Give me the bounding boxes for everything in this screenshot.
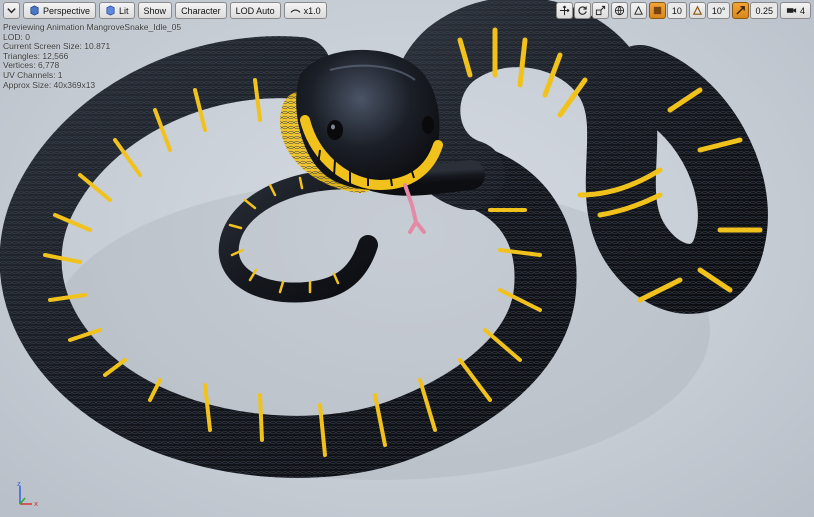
- grid-snap-icon: [653, 6, 661, 15]
- axis-z-label: z: [17, 480, 21, 488]
- axis-gizmo: z x: [17, 480, 38, 508]
- show-button[interactable]: Show: [137, 2, 173, 19]
- chevron-down-icon: [7, 8, 16, 14]
- perspective-cube-icon: [30, 5, 39, 16]
- stats-approx-size: Approx Size: 40x369x13: [3, 79, 96, 90]
- perspective-label: Perspective: [43, 5, 91, 16]
- world-local-button[interactable]: [610, 2, 628, 19]
- camera-speed-icon: [786, 8, 797, 13]
- character-button[interactable]: Character: [175, 2, 227, 19]
- surface-snap-icon: [633, 5, 643, 15]
- scale-snap-value[interactable]: 0.25: [750, 2, 778, 19]
- translate-button[interactable]: [555, 2, 573, 19]
- camera-speed-label: 4: [799, 5, 805, 16]
- lit-button[interactable]: Lit: [99, 2, 135, 19]
- lod-button[interactable]: LOD Auto: [229, 2, 281, 19]
- world-local-icon: [614, 5, 624, 16]
- translate-icon: [559, 5, 570, 16]
- playback-speed-icon: [290, 9, 301, 13]
- axis-x-label: x: [34, 500, 38, 508]
- playback-speed-label: x1.0: [303, 5, 321, 16]
- angle-snap-icon: [692, 5, 702, 15]
- viewport-toolbar-left: Perspective Lit Show Character LOD Auto …: [3, 2, 327, 19]
- animation-viewport[interactable]: Perspective Lit Show Character LOD Auto …: [0, 0, 814, 517]
- viewport-toolbar-right: 10 10° 0.25 4: [555, 2, 811, 19]
- grid-snap-value[interactable]: 10: [666, 2, 687, 19]
- scale-snap-icon: [736, 6, 746, 15]
- rotate-button[interactable]: [573, 2, 591, 19]
- rotate-icon: [578, 6, 587, 15]
- scale-button[interactable]: [591, 2, 609, 19]
- angle-snap-toggle[interactable]: [688, 2, 706, 19]
- angle-snap-value[interactable]: 10°: [706, 2, 731, 19]
- grid-snap-group: 10: [648, 2, 687, 19]
- perspective-button[interactable]: Perspective: [23, 2, 97, 19]
- lit-sphere-icon: [106, 5, 115, 16]
- scale-icon: [595, 5, 605, 16]
- surface-snap-button[interactable]: [629, 2, 647, 19]
- viewport-options-button[interactable]: [3, 2, 20, 19]
- lit-label: Lit: [119, 5, 129, 16]
- camera-speed-button[interactable]: 4: [779, 2, 811, 19]
- scale-snap-group: 0.25: [732, 2, 778, 19]
- transform-mode-group: [555, 2, 609, 19]
- playback-speed-button[interactable]: x1.0: [283, 2, 327, 19]
- angle-snap-group: 10°: [688, 2, 731, 19]
- scale-snap-toggle[interactable]: [732, 2, 750, 19]
- show-label: Show: [143, 5, 167, 16]
- viewport-stats-overlay: Previewing Animation MangroveSnake_Idle_…: [3, 22, 181, 90]
- character-label: Character: [181, 5, 221, 16]
- lod-label: LOD Auto: [235, 5, 275, 16]
- grid-snap-toggle[interactable]: [648, 2, 666, 19]
